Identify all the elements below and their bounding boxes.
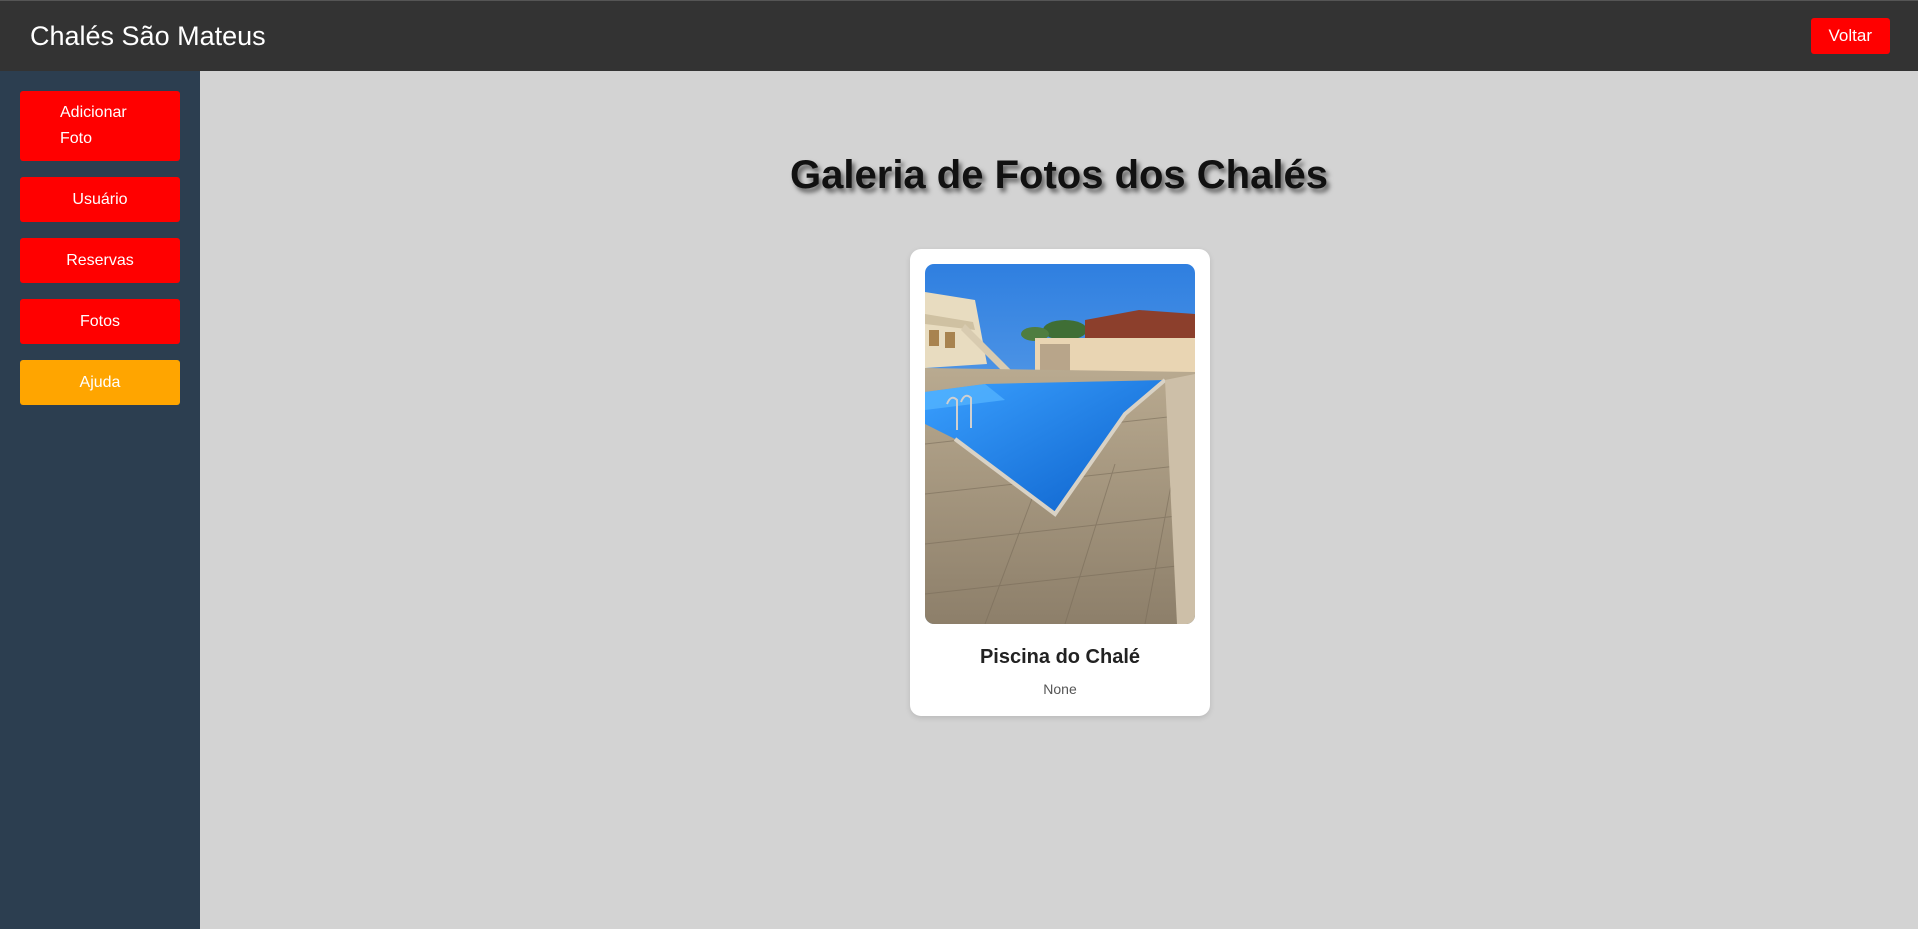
- sidebar: Adicionar Foto Usuário Reservas Fotos Aj…: [0, 71, 200, 929]
- photo-card[interactable]: Piscina do Chalé None: [910, 249, 1210, 716]
- sidebar-item-add-photo[interactable]: Adicionar Foto: [20, 91, 180, 161]
- main-content: Galeria de Fotos dos Chalés Piscina do C…: [200, 71, 1918, 929]
- back-button[interactable]: Voltar: [1810, 18, 1890, 54]
- page-title: Galeria de Fotos dos Chalés: [790, 153, 1328, 197]
- photo-title: Piscina do Chalé: [979, 646, 1141, 668]
- sidebar-item-help[interactable]: Ajuda: [20, 360, 180, 405]
- photo-description: None: [1043, 681, 1077, 697]
- brand-title: Chalés São Mateus: [30, 20, 266, 51]
- sidebar-item-reservations[interactable]: Reservas: [20, 238, 180, 283]
- top-navbar: Chalés São Mateus Voltar: [0, 0, 1918, 71]
- sidebar-item-photos[interactable]: Fotos: [20, 299, 180, 344]
- sidebar-item-user[interactable]: Usuário: [20, 177, 180, 222]
- pool-photo: [925, 264, 1195, 624]
